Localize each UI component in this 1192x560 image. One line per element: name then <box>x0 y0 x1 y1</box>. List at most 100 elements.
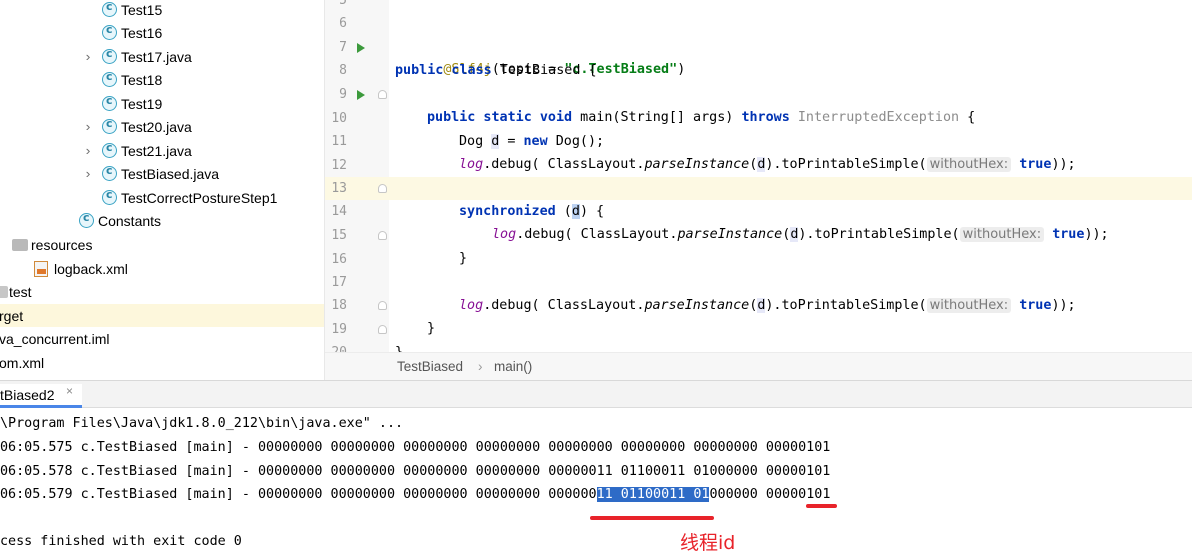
xml-file-icon <box>34 261 48 277</box>
run-gutter-icon[interactable] <box>357 43 365 53</box>
line-number: 18 <box>331 298 347 313</box>
tree-item[interactable]: TestCorrectPostureStep1 <box>0 186 324 209</box>
chevron-right-icon[interactable]: › <box>81 119 94 134</box>
tree-item[interactable]: resources <box>0 233 324 256</box>
tree-item-label: resources <box>31 236 93 253</box>
fold-icon[interactable] <box>378 325 387 334</box>
chevron-right-icon[interactable]: › <box>81 143 94 158</box>
fold-icon[interactable] <box>378 301 387 310</box>
code-line-15: } <box>389 224 1192 266</box>
code-line-9: public static void main(String[] args) t… <box>389 83 1192 125</box>
code-line-10: Dog d = new Dog(); <box>389 107 1192 149</box>
code-line-19: } <box>389 318 1192 360</box>
tree-item[interactable]: logback.xml <box>0 257 324 280</box>
breadcrumb-class[interactable]: TestBiased <box>397 359 463 374</box>
breadcrumb: TestBiased › main() <box>325 352 1192 380</box>
breadcrumb-method[interactable]: main() <box>494 359 532 374</box>
tree-item[interactable]: › TestBiased.java <box>0 162 324 185</box>
java-class-icon <box>79 211 94 228</box>
run-tab-label: tBiased2 <box>0 387 55 403</box>
tree-item-label: Test20.java <box>121 118 192 135</box>
chevron-right-icon[interactable]: › <box>81 49 94 64</box>
param-hint: withoutHex: <box>926 157 1012 172</box>
line-number: 5 <box>339 0 347 8</box>
code-line-14: log.debug( ClassLayout.parseInstance(d).… <box>389 200 1192 242</box>
tree-item-label: om.xml <box>0 354 45 371</box>
tree-item[interactable]: › Test21.java <box>0 139 324 162</box>
tree-item-label: logback.xml <box>54 260 128 277</box>
selected-thread-id-bits[interactable]: 11 01100011 01 <box>596 487 710 502</box>
code-text: } <box>459 251 468 266</box>
console-output-line-1: 06:05.575 c.TestBiased [main] - 00000000… <box>0 440 831 455</box>
code-text: ) <box>677 62 686 77</box>
console-text: 000000 00000101 <box>709 487 831 502</box>
line-number: 9 <box>339 87 347 102</box>
code-line-13: synchronized (d) { <box>389 177 1192 219</box>
fold-icon[interactable] <box>378 231 387 240</box>
tree-item[interactable]: rget <box>0 304 324 327</box>
tree-item-label: Constants <box>98 212 162 229</box>
editor-gutter: 567891011121314151617181920 <box>325 0 414 360</box>
code-line-7: public class TestBiased { <box>389 36 1192 78</box>
code-text: ).toPrintableSimple( <box>765 157 927 172</box>
gutter-line: 16 <box>325 248 389 271</box>
line-number: 10 <box>331 111 347 126</box>
console-output-line-3: 06:05.579 c.TestBiased [main] - 00000000… <box>0 483 830 506</box>
gutter-line: 7 <box>325 36 389 59</box>
gutter-line: 19 <box>325 318 389 341</box>
folder-icon <box>12 239 28 251</box>
lock-flag-underline-mark <box>806 504 837 508</box>
line-number: 19 <box>331 322 347 337</box>
tree-item-label: va_concurrent.iml <box>0 330 110 347</box>
java-class-icon <box>102 117 117 134</box>
tree-item-label: Test19 <box>121 95 163 112</box>
line-number: 16 <box>331 252 347 267</box>
tree-item[interactable]: Constants <box>0 209 324 232</box>
tree-item[interactable]: om.xml <box>0 351 324 374</box>
fold-icon[interactable] <box>378 90 387 99</box>
code-line-6: @Slf4j(topic = "c.TestBiased") <box>389 12 1192 77</box>
tree-item[interactable]: Test15 <box>0 0 324 21</box>
java-class-icon <box>102 47 117 64</box>
tree-item-label: TestCorrectPostureStep1 <box>121 189 278 206</box>
gutter-line: 10 <box>325 107 389 130</box>
thread-id-annotation: 线程id <box>680 532 736 554</box>
line-number: 17 <box>331 275 347 290</box>
close-icon[interactable]: × <box>66 384 73 398</box>
tree-item[interactable]: va_concurrent.iml <box>0 327 324 350</box>
fold-icon[interactable] <box>378 184 387 193</box>
log-field: log <box>459 157 484 172</box>
java-class-icon <box>102 0 117 17</box>
tree-item-label: test <box>9 283 32 300</box>
line-number: 6 <box>339 16 347 31</box>
line-number: 13 <box>331 181 347 196</box>
tree-item[interactable]: Test19 <box>0 92 324 115</box>
line-number: 7 <box>339 40 347 55</box>
tree-item[interactable]: Test18 <box>0 68 324 91</box>
tree-item[interactable]: › Test17.java <box>0 45 324 68</box>
console-finish-line: cess finished with exit code 0 <box>0 534 242 549</box>
keyword-true: true <box>1019 157 1052 172</box>
tree-item-label: Test18 <box>121 71 163 88</box>
console-output-line-2: 06:05.578 c.TestBiased [main] - 00000000… <box>0 464 831 479</box>
line-number: 14 <box>331 204 347 219</box>
java-class-icon <box>102 94 117 111</box>
keyword: public class <box>395 63 492 78</box>
code-text: TestBiased { <box>491 63 597 78</box>
project-tree: Test15 Test16 › Test17.java Test18 Test19 › Tes… <box>0 0 325 380</box>
gutter-line: 11 <box>325 130 389 153</box>
chevron-right-icon[interactable]: › <box>81 166 94 181</box>
console-output[interactable]: \Program Files\Java\jdk1.8.0_212\bin\jav… <box>0 408 1192 560</box>
tree-item-label: Test15 <box>121 1 163 18</box>
code-editor[interactable]: @Slf4j(topic = "c.TestBiased") public cl… <box>389 0 1192 360</box>
console-text: 06:05.579 c.TestBiased [main] - 00000000… <box>0 487 597 502</box>
line-number: 12 <box>331 158 347 173</box>
run-gutter-icon[interactable] <box>357 90 365 100</box>
tree-item[interactable]: › Test20.java <box>0 115 324 138</box>
tree-item[interactable]: Test16 <box>0 21 324 44</box>
java-class-icon <box>102 164 117 181</box>
console-command-line: \Program Files\Java\jdk1.8.0_212\bin\jav… <box>0 416 404 431</box>
breadcrumb-separator: › <box>478 359 483 374</box>
tree-item-label: Test21.java <box>121 142 192 159</box>
tree-item[interactable]: test <box>0 280 324 303</box>
